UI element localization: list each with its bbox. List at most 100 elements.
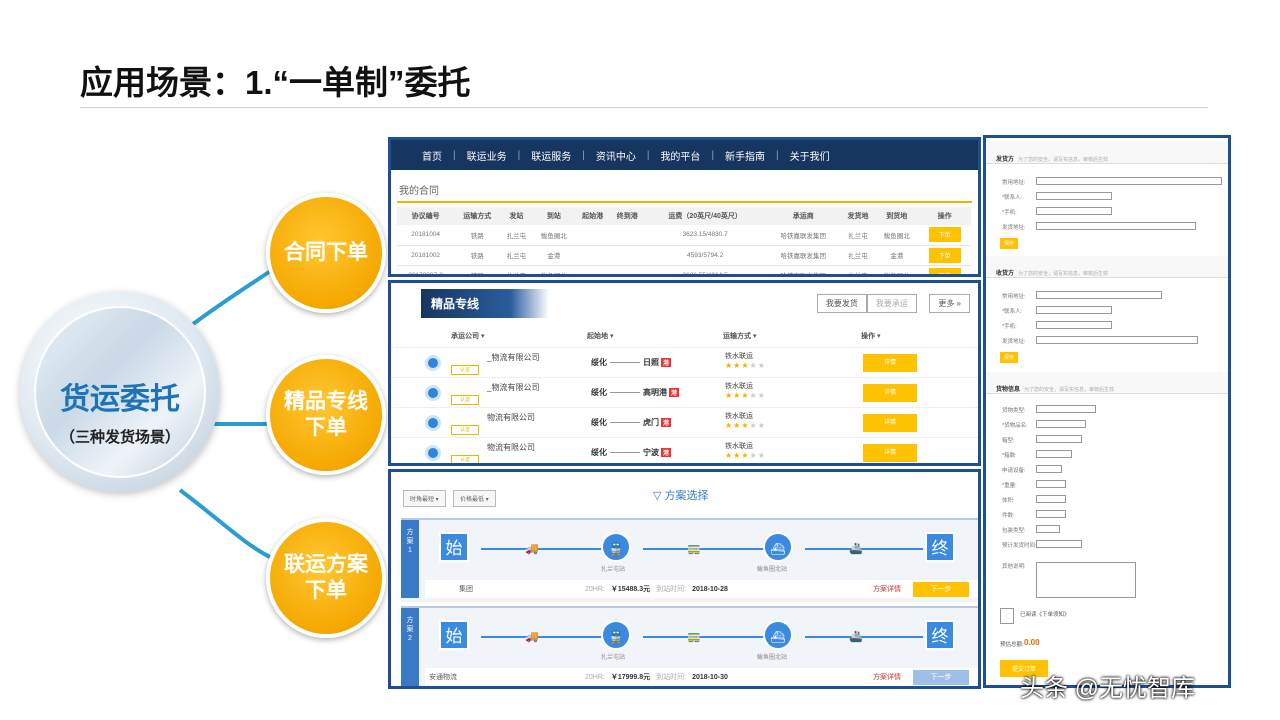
section-cargo: 货物信息 为了您的安全，请写实信息，审核后生效 (986, 372, 1228, 394)
premium-line-panel: 精品专线 我要发货 我要承运 更多 » 承运公司 ▾ 起始地 ▾ 运输方式 ▾ 操… (388, 280, 981, 466)
certified-badge: 认证 (451, 394, 479, 405)
end-icon: 终 (925, 620, 955, 650)
detail-button[interactable]: 详情 (863, 413, 917, 432)
plan-label: 方 案 2 (401, 608, 419, 686)
hub-circle: 货运委托 （三种发货场景） (20, 292, 220, 492)
order-button[interactable]: 下单 (928, 247, 961, 263)
next-step-button[interactable]: 下一步 (913, 670, 969, 685)
package-select[interactable] (1036, 525, 1060, 533)
sort-time-select[interactable]: 时角最短 ▾ (403, 490, 446, 507)
plan-selection-panel: 时角最短 ▾ 价格最低 ▾ ▽ 方案选择 方 案 1 始 🚚 🚆 扎兰屯站 🚃 … (388, 469, 981, 689)
weight-input[interactable] (1036, 480, 1066, 488)
tab-ship[interactable]: 我要发货 (816, 294, 867, 313)
plan-selection-title: ▽ 方案选择 (653, 490, 709, 502)
box-type-select[interactable] (1036, 435, 1082, 443)
phone-input[interactable] (1036, 321, 1112, 329)
hub-title: 货运委托 (60, 383, 180, 416)
nav-intermodal[interactable]: 联运业务 (456, 148, 518, 163)
company-logo-icon (425, 354, 441, 371)
volume-input[interactable] (1036, 495, 1066, 503)
premium-line-tag: 精品专线 (421, 288, 550, 318)
detail-button[interactable]: 详情 (863, 383, 917, 402)
sort-price-select[interactable]: 价格最低 ▾ (453, 490, 496, 507)
plan-label: 方 案 1 (401, 520, 419, 598)
ship-time-input[interactable] (1036, 540, 1082, 548)
col-action[interactable]: 操作 ▾ (861, 331, 880, 341)
hub-subtitle: （三种发货场景） (59, 429, 180, 446)
nav-news[interactable]: 资讯中心 (585, 148, 647, 163)
train-icon: 🚃 (687, 543, 701, 555)
list-item: 认证 _物流有限公司 绥化 高明港港 铁水联运 ★★★★★ 详情 (391, 377, 978, 407)
table-row: 20181002 铁路 扎兰屯 金港 4593/5794.2 哈铁嘉联发集团 扎兰屯 金港 下单 (397, 245, 971, 266)
start-icon: 始 (439, 620, 469, 650)
plan-price: ￥17999.8元 (610, 674, 651, 681)
phone-input[interactable] (1036, 207, 1112, 215)
cargo-type-select[interactable] (1036, 405, 1096, 413)
port-station-icon: ⛴ (763, 620, 793, 650)
node-contract-order: 合同下单 (266, 193, 386, 313)
order-button[interactable]: 下单 (928, 227, 961, 243)
node-premium-line-order: 精品专线 下单 (266, 355, 386, 475)
company-logo-icon (425, 444, 441, 461)
next-step-button[interactable]: 下一步 (913, 582, 969, 597)
save-address-button[interactable]: 保存 (1000, 352, 1019, 363)
train-station-icon: 🚆 (601, 620, 631, 650)
detail-button[interactable]: 详情 (863, 443, 917, 462)
company-logo-icon (425, 384, 441, 401)
col-mode[interactable]: 运输方式 ▾ (723, 331, 861, 341)
address-select[interactable] (1036, 291, 1162, 299)
top-nav: 首页 | 联运业务 | 联运服务 | 资讯中心 | 我的平台 | 新手指南 | 关于我们 (391, 140, 978, 170)
order-button[interactable]: 下单 (928, 267, 961, 274)
truck-icon: 🚚 (525, 631, 539, 643)
list-item: 认证 _物流有限公司 绥化 日照港 铁水联运 ★★★★★ 详情 (391, 347, 978, 377)
tab-carry[interactable]: 我要承运 (866, 294, 917, 313)
remarks-textarea[interactable] (1036, 562, 1136, 598)
plan-detail-link[interactable]: 方案详情 (873, 584, 901, 594)
plan-detail-link[interactable]: 方案详情 (873, 672, 901, 682)
more-link[interactable]: 更多 » (929, 294, 970, 313)
plan-date: 2018-10-28 (692, 585, 728, 593)
contract-panel: 首页 | 联运业务 | 联运服务 | 资讯中心 | 我的平台 | 新手指南 | 关于我们 我… (388, 137, 981, 277)
order-form-panel: 发货方 为了您的安全，请写实信息，审核后生效 常用地址: *联系人: *手机: 发… (983, 135, 1231, 688)
nav-platform[interactable]: 我的平台 (649, 148, 711, 163)
company-logo-icon (425, 414, 441, 431)
pieces-input[interactable] (1036, 510, 1066, 518)
address-input[interactable] (1036, 336, 1198, 344)
address-select[interactable] (1036, 177, 1222, 185)
certified-badge: 认证 (451, 364, 479, 375)
cargo-name-input[interactable] (1036, 420, 1086, 428)
certified-badge: 认证 (451, 454, 479, 463)
contract-table: 协议编号 运输方式 发站 到站 起始港 终到港 运费（20英尺/40英尺） 承运商 发货地 到货地… (397, 207, 971, 274)
nav-guide[interactable]: 新手指南 (714, 148, 776, 163)
agree-terms-link[interactable]: 已阅读《下单须知》 (1020, 610, 1070, 618)
truck-icon: 🚚 (525, 543, 539, 555)
train-station-icon: 🚆 (601, 532, 631, 562)
col-company[interactable]: 承运公司 ▾ (451, 331, 587, 341)
table-row: 20170307-2 铁路 扎兰屯 鲅鱼圈北 3626.55/4914.5 哈铁嘉联发集团… (397, 265, 971, 274)
list-item: 认证 物流有限公司 绥化 宁波港 铁水联运 ★★★★★ 详情 (391, 437, 978, 463)
plan-card: 方 案 2 始 🚚 🚆 扎兰屯站 🚃 ⛴ 鲅鱼圈北站 🚢 终 安通物流 20HR… (401, 606, 978, 686)
save-address-button[interactable]: 保存 (1000, 238, 1019, 249)
address-input[interactable] (1036, 222, 1196, 230)
rating-stars: ★★★★★ (725, 451, 766, 460)
watermark: 头条 @无忧智库 (1020, 675, 1196, 702)
col-origin[interactable]: 起始地 ▾ (587, 331, 723, 341)
equipment-select[interactable] (1036, 465, 1062, 473)
nav-home[interactable]: 首页 (411, 148, 453, 163)
end-icon: 终 (925, 532, 955, 562)
agree-checkbox[interactable] (1000, 608, 1014, 624)
node-intermodal-plan-order: 联运方案 下单 (266, 518, 386, 638)
contact-input[interactable] (1036, 192, 1112, 200)
start-icon: 始 (439, 532, 469, 562)
nav-about[interactable]: 关于我们 (779, 148, 841, 163)
list-item: 认证 物流有限公司 绥化 虎门港 铁水联运 ★★★★★ 详情 (391, 407, 978, 437)
section-my-contracts: 我的合同 (397, 180, 972, 203)
contact-input[interactable] (1036, 306, 1112, 314)
plan-date: 2018-10-30 (692, 673, 728, 681)
plan-card: 方 案 1 始 🚚 🚆 扎兰屯站 🚃 ⛴ 鲅鱼圈北站 🚢 终 集团 20HR: … (401, 518, 978, 602)
ship-icon: 🚢 (849, 543, 863, 555)
nav-services[interactable]: 联运服务 (520, 148, 582, 163)
rating-stars: ★★★★★ (725, 421, 766, 430)
box-count-input[interactable] (1036, 450, 1072, 458)
detail-button[interactable]: 详情 (863, 353, 917, 372)
